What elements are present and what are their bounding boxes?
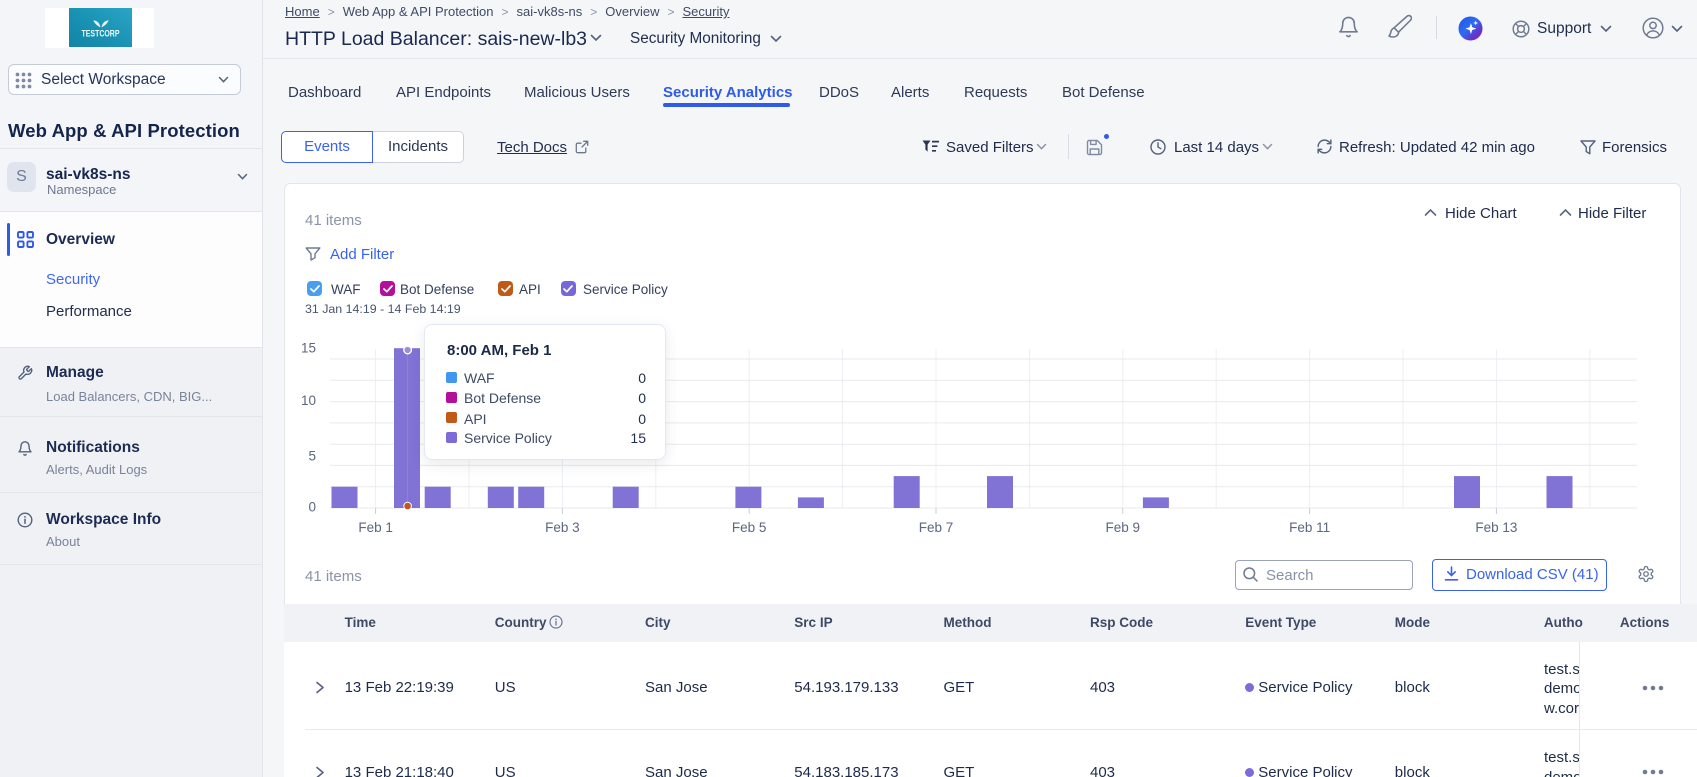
svg-text:Feb 5: Feb 5 [732, 520, 767, 535]
svg-text:10: 10 [301, 393, 316, 408]
svg-text:Feb 3: Feb 3 [545, 520, 580, 535]
svg-text:0: 0 [308, 500, 316, 515]
svg-text:Feb 1: Feb 1 [358, 520, 393, 535]
svg-text:15: 15 [301, 342, 316, 356]
svg-text:Feb 9: Feb 9 [1106, 520, 1141, 535]
svg-text:TESTCORP: TESTCORP [82, 28, 120, 38]
svg-text:5: 5 [308, 449, 316, 464]
svg-text:Feb 13: Feb 13 [1475, 520, 1517, 535]
svg-text:Feb 11: Feb 11 [1289, 520, 1330, 535]
svg-text:Feb 7: Feb 7 [919, 520, 954, 535]
